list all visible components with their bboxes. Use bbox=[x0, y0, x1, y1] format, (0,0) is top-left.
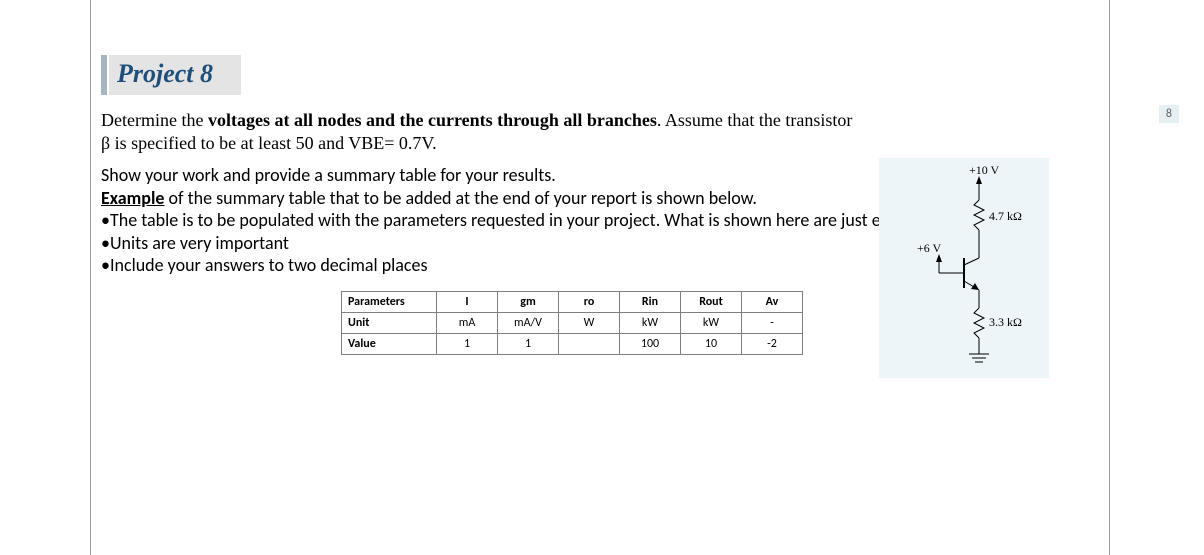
cell-r2c4: 100 bbox=[620, 333, 681, 354]
cell-r1c0: Unit bbox=[342, 312, 437, 333]
prompt-text-bold: voltages at all nodes and the currents t… bbox=[208, 110, 657, 130]
prompt-text-post2: β is specified to be at least 50 and VBE… bbox=[101, 133, 437, 153]
problem-statement: Determine the voltages at all nodes and … bbox=[101, 109, 941, 154]
circuit-figure: +10 V 4.7 kΩ +6 V bbox=[879, 158, 1049, 378]
table-row: Parameters I gm ro Rin Rout Av bbox=[342, 291, 803, 312]
project-title: Project 8 bbox=[109, 55, 241, 95]
note-line2b: of the summary table that to be added at… bbox=[164, 187, 756, 209]
label-r2: 3.3 kΩ bbox=[989, 315, 1022, 329]
cell-r0c5: Rout bbox=[681, 291, 742, 312]
cell-r0c2: gm bbox=[498, 291, 559, 312]
label-r1: 4.7 kΩ bbox=[989, 209, 1022, 223]
prompt-text-pre: Determine the bbox=[101, 110, 208, 130]
cell-r0c4: Rin bbox=[620, 291, 681, 312]
cell-r2c3 bbox=[559, 333, 620, 354]
page-number: 8 bbox=[1159, 105, 1179, 123]
note-example-underline: Example bbox=[101, 187, 164, 209]
label-vcc: +10 V bbox=[969, 163, 1000, 177]
cell-r1c2: mA/V bbox=[498, 312, 559, 333]
cell-r2c0: Value bbox=[342, 333, 437, 354]
title-block: Project 8 bbox=[101, 55, 1109, 95]
prompt-text-post1: . Assume that the transistor bbox=[657, 110, 852, 130]
table-row: Value 1 1 100 10 -2 bbox=[342, 333, 803, 354]
cell-r2c2: 1 bbox=[498, 333, 559, 354]
cell-r0c0: Parameters bbox=[342, 291, 437, 312]
content-area: Determine the voltages at all nodes and … bbox=[101, 109, 1095, 355]
cell-r0c3: ro bbox=[559, 291, 620, 312]
cell-r1c5: kW bbox=[681, 312, 742, 333]
summary-table: Parameters I gm ro Rin Rout Av Unit mA m… bbox=[341, 291, 803, 355]
label-vb: +6 V bbox=[917, 241, 942, 255]
cell-r0c1: I bbox=[437, 291, 498, 312]
cell-r2c5: 10 bbox=[681, 333, 742, 354]
cell-r2c1: 1 bbox=[437, 333, 498, 354]
table-row: Unit mA mA/V W kW kW - bbox=[342, 312, 803, 333]
page-sheet: 8 Project 8 Determine the voltages at al… bbox=[90, 0, 1110, 555]
cell-r2c6: -2 bbox=[742, 333, 803, 354]
cell-r1c6: - bbox=[742, 312, 803, 333]
cell-r1c1: mA bbox=[437, 312, 498, 333]
title-accent-bar bbox=[101, 55, 107, 95]
cell-r1c4: kW bbox=[620, 312, 681, 333]
cell-r0c6: Av bbox=[742, 291, 803, 312]
cell-r1c3: W bbox=[559, 312, 620, 333]
circuit-svg: +10 V 4.7 kΩ +6 V bbox=[879, 158, 1049, 378]
